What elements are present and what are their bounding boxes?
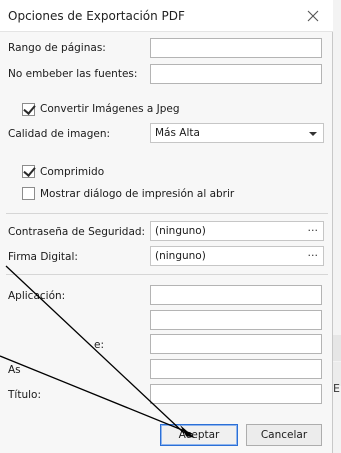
show-print-dialog-label: Mostrar diálogo de impresión al abrir <box>40 188 235 200</box>
metadata-input-4[interactable] <box>150 359 322 379</box>
convert-jpeg-label: Convertir Imágenes a Jpeg <box>40 103 180 115</box>
application-label: Aplicación: <box>8 290 66 302</box>
separator <box>6 213 328 214</box>
title-bar: Opciones de Exportación PDF <box>0 0 333 32</box>
separator <box>6 274 328 275</box>
compressed-checkbox[interactable] <box>22 165 35 178</box>
digital-signature-select[interactable]: (ninguno) ··· <box>150 246 324 266</box>
cancel-button[interactable]: Cancelar <box>246 424 322 446</box>
show-print-dialog-checkbox[interactable] <box>22 187 35 200</box>
image-quality-value: Más Alta <box>155 127 200 139</box>
security-password-value: (ninguno) <box>155 225 206 237</box>
application-input[interactable] <box>150 285 322 305</box>
compressed-label: Comprimido <box>40 166 105 178</box>
chevron-down-icon <box>309 132 317 136</box>
no-embed-fonts-input[interactable] <box>150 64 322 84</box>
close-button[interactable] <box>302 6 324 26</box>
image-quality-label: Calidad de imagen: <box>8 128 111 140</box>
background-partial-letter: E <box>333 382 340 395</box>
page-range-input[interactable] <box>150 38 322 58</box>
metadata-input-2[interactable] <box>150 310 322 330</box>
accept-button[interactable]: Aceptar <box>160 424 238 446</box>
background-band <box>333 335 341 361</box>
ellipsis-icon[interactable]: ··· <box>308 224 319 237</box>
no-embed-fonts-label: No embeber las fuentes: <box>8 68 138 80</box>
partial-label: e: <box>94 339 104 351</box>
digital-signature-value: (ninguno) <box>155 250 206 262</box>
convert-jpeg-checkbox[interactable] <box>22 103 35 116</box>
security-password-label: Contraseña de Seguridad: <box>8 226 146 238</box>
title-input[interactable] <box>150 384 322 404</box>
dialog-title: Opciones de Exportación PDF <box>8 9 185 23</box>
page-range-label: Rango de páginas: <box>8 42 106 54</box>
digital-signature-label: Firma Digital: <box>8 251 78 263</box>
partial-label: As <box>8 364 21 376</box>
metadata-input-3[interactable] <box>150 334 322 354</box>
security-password-select[interactable]: (ninguno) ··· <box>150 221 324 241</box>
ellipsis-icon[interactable]: ··· <box>308 249 319 262</box>
close-icon <box>307 10 319 22</box>
pdf-export-options-dialog: Opciones de Exportación PDF Rango de pág… <box>0 0 333 453</box>
image-quality-select[interactable]: Más Alta <box>150 123 324 143</box>
title-label: Título: <box>8 389 41 401</box>
